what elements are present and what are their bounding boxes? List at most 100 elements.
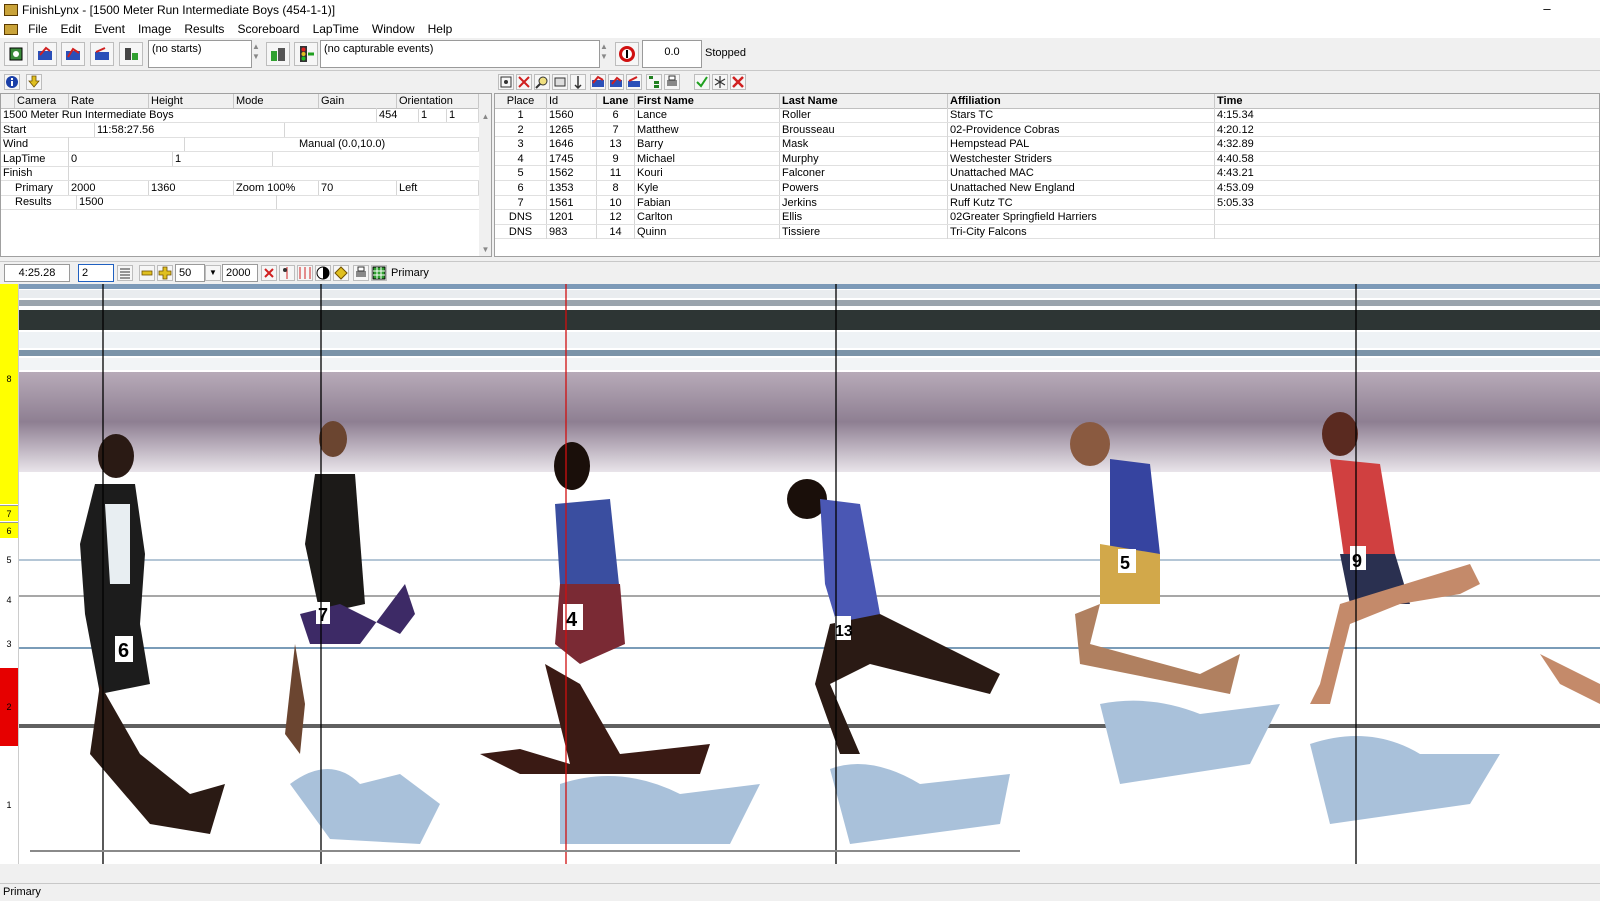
clear-icon bbox=[264, 268, 274, 278]
results-sort-button[interactable] bbox=[570, 74, 586, 90]
event-row-results[interactable]: Results 1500 bbox=[1, 195, 479, 210]
menu-edit[interactable]: Edit bbox=[55, 20, 86, 38]
results-row[interactable]: 4 1745 9 Michael Murphy Westchester Striders 4… bbox=[495, 151, 1599, 167]
open-event-button[interactable] bbox=[33, 42, 57, 66]
results-cell: Tissiere bbox=[780, 224, 948, 239]
print-image-button[interactable] bbox=[353, 265, 369, 281]
results-row[interactable]: 2 1265 7 Matthew Brousseau 02-Providence Cobr… bbox=[495, 122, 1599, 138]
save-event-icon bbox=[95, 47, 109, 60]
capture-icon bbox=[500, 76, 512, 88]
results-row[interactable]: DNS 1201 12 Carlton Ellis 02Greater Springfie… bbox=[495, 210, 1599, 225]
results-row[interactable]: 5 1562 11 Kouri Falconer Unattached MAC 4:43.2… bbox=[495, 166, 1599, 181]
menu-app-icon[interactable] bbox=[0, 20, 20, 38]
results-edit-button[interactable] bbox=[552, 74, 568, 90]
menu-laptime[interactable]: LapTime bbox=[308, 20, 364, 38]
zoom-out-button[interactable] bbox=[139, 265, 155, 281]
move-down-button[interactable] bbox=[26, 74, 42, 90]
results-open-button[interactable] bbox=[590, 74, 606, 90]
results-split-button[interactable] bbox=[712, 74, 728, 90]
results-cell: 6 bbox=[597, 108, 635, 122]
zoom-in-button[interactable] bbox=[157, 265, 173, 281]
starts-combo[interactable]: (no starts) bbox=[148, 40, 252, 68]
image-horizontal-scrollbar[interactable] bbox=[30, 850, 1020, 852]
density-dropdown-icon[interactable]: ▼ bbox=[205, 265, 221, 281]
event-row-finish[interactable]: Finish bbox=[1, 166, 479, 181]
menu-bar: File Edit Event Image Results Scoreboard… bbox=[0, 20, 1600, 38]
lane-7-marker[interactable]: 7 bbox=[0, 505, 18, 521]
results-row[interactable]: 3 1646 13 Barry Mask Hempstead PAL 4:32.89 bbox=[495, 137, 1599, 152]
results-row[interactable]: 6 1353 8 Kyle Powers Unattached New England 4:… bbox=[495, 181, 1599, 196]
menu-image[interactable]: Image bbox=[133, 20, 176, 38]
starts-spinner[interactable]: ▲ ▼ bbox=[250, 42, 262, 62]
results-cell: 02Greater Springfield Harriers bbox=[948, 210, 1215, 225]
event-row-name[interactable]: 1500 Meter Run Intermediate Boys 454 1 1 bbox=[1, 108, 479, 123]
results-row[interactable]: DNS 983 14 Quinn Tissiere Tri-City Falcons bbox=[495, 224, 1599, 240]
event-row-start[interactable]: Start 11:58:27.56 bbox=[1, 123, 479, 138]
menu-window[interactable]: Window bbox=[367, 20, 420, 38]
results-row[interactable]: 1 1560 6 Lance Roller Stars TC 4:15.34 bbox=[495, 108, 1599, 123]
col-lane[interactable]: Lane bbox=[597, 94, 635, 108]
info-button[interactable] bbox=[4, 74, 20, 90]
stop-button[interactable] bbox=[615, 42, 639, 66]
grid-button[interactable] bbox=[371, 265, 387, 281]
mark-person-button[interactable] bbox=[279, 265, 295, 281]
zoom-input[interactable]: 2 bbox=[78, 264, 114, 282]
lane-4-marker[interactable]: 4 bbox=[0, 580, 18, 620]
col-first-name[interactable]: First Name bbox=[635, 94, 780, 108]
finish-image-area[interactable]: 6 7 4 13 5 9 8 7 6 5 4 3 2 1 bbox=[0, 284, 1600, 864]
lane-5-marker[interactable]: 5 bbox=[0, 540, 18, 580]
clear-marks-button[interactable] bbox=[261, 265, 277, 281]
results-delete-button[interactable] bbox=[730, 74, 746, 90]
col-last-name[interactable]: Last Name bbox=[780, 94, 948, 108]
brightness-button[interactable] bbox=[333, 265, 349, 281]
lane-1-marker[interactable]: 1 bbox=[0, 746, 18, 864]
results-print-button[interactable] bbox=[664, 74, 680, 90]
lane-2-marker[interactable]: 2 bbox=[0, 668, 18, 746]
scroll-up-icon[interactable]: ▲ bbox=[479, 112, 491, 121]
lane-8-marker[interactable]: 8 bbox=[0, 284, 18, 504]
scroll-down-icon[interactable]: ▼ bbox=[479, 245, 491, 254]
menu-event[interactable]: Event bbox=[89, 20, 130, 38]
lane-3-marker[interactable]: 3 bbox=[0, 620, 18, 668]
menu-results[interactable]: Results bbox=[179, 20, 229, 38]
results-clear-button[interactable] bbox=[516, 74, 532, 90]
menu-help[interactable]: Help bbox=[423, 20, 458, 38]
results-row[interactable]: 7 1561 10 Fabian Jerkins Ruff Kutz TC 5:05.33 bbox=[495, 195, 1599, 211]
results-accept-button[interactable] bbox=[694, 74, 710, 90]
event-grid-scrollbar[interactable]: ▲ ▼ bbox=[479, 94, 491, 256]
contrast-button[interactable] bbox=[315, 265, 331, 281]
capture-status: Stopped bbox=[705, 47, 746, 59]
menu-file[interactable]: File bbox=[23, 20, 52, 38]
col-affiliation[interactable]: Affiliation bbox=[948, 94, 1215, 108]
results-cell: Kyle bbox=[635, 181, 780, 195]
trigger-button[interactable] bbox=[294, 42, 318, 66]
col-id[interactable]: Id bbox=[547, 94, 597, 108]
events-spinner[interactable]: ▲ ▼ bbox=[598, 42, 610, 62]
new-event-button[interactable] bbox=[61, 42, 85, 66]
lane-lines-button[interactable] bbox=[117, 265, 133, 281]
minimize-button[interactable]: – bbox=[1536, 1, 1558, 16]
density-select[interactable]: 50 bbox=[175, 264, 205, 282]
results-new-button[interactable] bbox=[608, 74, 624, 90]
results-tree-button[interactable] bbox=[646, 74, 662, 90]
view-name-label: Primary bbox=[391, 267, 429, 279]
image-width-field[interactable]: 2000 bbox=[222, 264, 258, 282]
start-list-button[interactable] bbox=[119, 42, 143, 66]
lane-6-marker[interactable]: 6 bbox=[0, 522, 18, 538]
hairline-button[interactable] bbox=[297, 265, 313, 281]
event-row-wind[interactable]: Wind Manual (0.0,10.0) bbox=[1, 137, 479, 152]
capturable-events-combo[interactable]: (no capturable events) bbox=[320, 40, 600, 68]
col-place[interactable]: Place bbox=[495, 94, 547, 108]
col-time[interactable]: Time bbox=[1215, 94, 1599, 108]
save-event-button[interactable] bbox=[90, 42, 114, 66]
arm-button[interactable] bbox=[266, 42, 290, 66]
results-cell: Kouri bbox=[635, 166, 780, 181]
event-row-laptime[interactable]: LapTime 0 1 bbox=[1, 152, 479, 167]
contrast-icon bbox=[316, 266, 330, 280]
event-row-primary[interactable]: Primary 2000 1360 Zoom 100% 70 Left bbox=[1, 181, 479, 196]
results-zoom-button[interactable] bbox=[534, 74, 550, 90]
menu-scoreboard[interactable]: Scoreboard bbox=[232, 20, 304, 38]
results-capture-button[interactable] bbox=[498, 74, 514, 90]
results-save-button[interactable] bbox=[626, 74, 642, 90]
capture-button[interactable] bbox=[4, 42, 28, 66]
